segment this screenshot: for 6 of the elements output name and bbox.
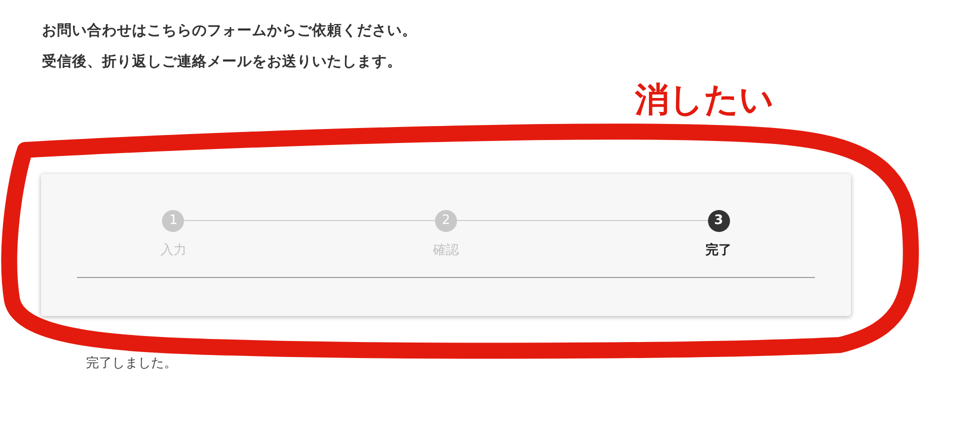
- intro-text: 受信後、折り返しご連絡メールをお送りいたします。: [42, 52, 403, 72]
- step-number: 3: [708, 210, 730, 232]
- step-label: 完了: [706, 242, 732, 259]
- completion-message: 完了しました。: [86, 355, 178, 372]
- intro-text: お問い合わせはこちらのフォームからご依頼ください。: [42, 22, 418, 41]
- annotation-text: 消したい: [635, 80, 774, 120]
